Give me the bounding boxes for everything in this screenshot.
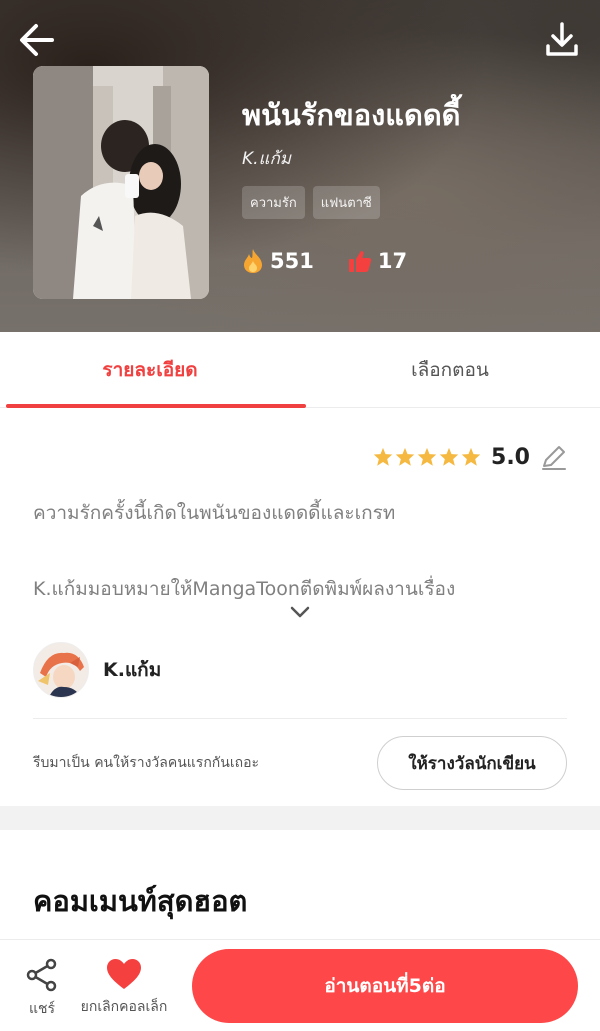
section-separator [0,806,600,830]
avatar[interactable] [33,642,89,698]
download-button[interactable] [540,18,584,62]
hot-comments-title: คอมเมนท์สุดฮอต [33,884,248,918]
star-icon [373,447,393,466]
genre-tag[interactable]: แฟนตาซี [312,186,380,219]
content-tabs: รายละเอียด เลือกตอน [0,332,600,408]
book-header: พนันรักของแดดดี้ K.แก้ม ความรัก แฟนตาซี … [0,0,600,332]
unfavorite-button[interactable]: ยกเลิกคอลเล็ก [74,958,174,1018]
bottom-action-bar: แชร์ ยกเลิกคอลเล็ก อ่านตอนที่5ต่อ [0,939,600,1031]
thumbs-up-icon [348,251,371,272]
views-count: 551 [270,249,314,273]
star-rating[interactable] [373,447,481,467]
star-icon [417,447,437,466]
tab-details[interactable]: รายละเอียด [0,332,306,408]
reward-author-button[interactable]: ให้รางวัลนักเขียน [377,736,567,790]
creator-name[interactable]: K.แก้ม [103,655,161,685]
share-button[interactable]: แชร์ [22,958,62,1020]
back-arrow-icon [20,24,54,56]
star-icon [461,447,481,466]
likes-count: 17 [377,249,408,273]
book-author[interactable]: K.แก้ม [242,145,291,172]
likes-stat: 17 [348,249,407,273]
divider [33,718,567,719]
star-icon [395,447,415,466]
edit-pencil-icon[interactable] [540,443,568,471]
book-cover-image[interactable] [33,66,209,299]
unfavorite-label: ยกเลิกคอลเล็ก [80,999,168,1015]
back-button[interactable] [16,18,60,62]
tab-episodes[interactable]: เลือกตอน [300,332,600,408]
reward-prompt-text: รีบมาเป็น คนให้รางวัลคนแรกกันเถอะ [33,755,260,771]
rating-section: 5.0 [373,443,568,471]
book-stats: 551 17 [242,248,441,274]
creator-row[interactable]: K.แก้ม [33,642,161,698]
views-stat: 551 [242,248,314,274]
share-icon [26,958,57,992]
download-icon [546,22,578,56]
continue-reading-button[interactable]: อ่านตอนที่5ต่อ [192,949,578,1023]
genre-tags: ความรัก แฟนตาซี [242,186,380,219]
genre-tag[interactable]: ความรัก [242,186,305,219]
share-label: แชร์ [28,1001,56,1017]
rating-value: 5.0 [491,444,530,470]
expand-description-button[interactable] [289,604,311,620]
fire-icon [244,249,262,273]
star-icon [439,447,459,466]
description-line: ความรักครั้งนี้เกิดในพนันของแดดดี้และเกร… [33,502,396,524]
description-line: K.แก้มมอบหมายให้MangaToonตีดพิมพ์ผลงานเร… [33,578,456,600]
book-title: พนันรักของแดดดี้ [242,98,461,132]
heart-icon [107,959,141,989]
chevron-down-icon [290,606,310,618]
